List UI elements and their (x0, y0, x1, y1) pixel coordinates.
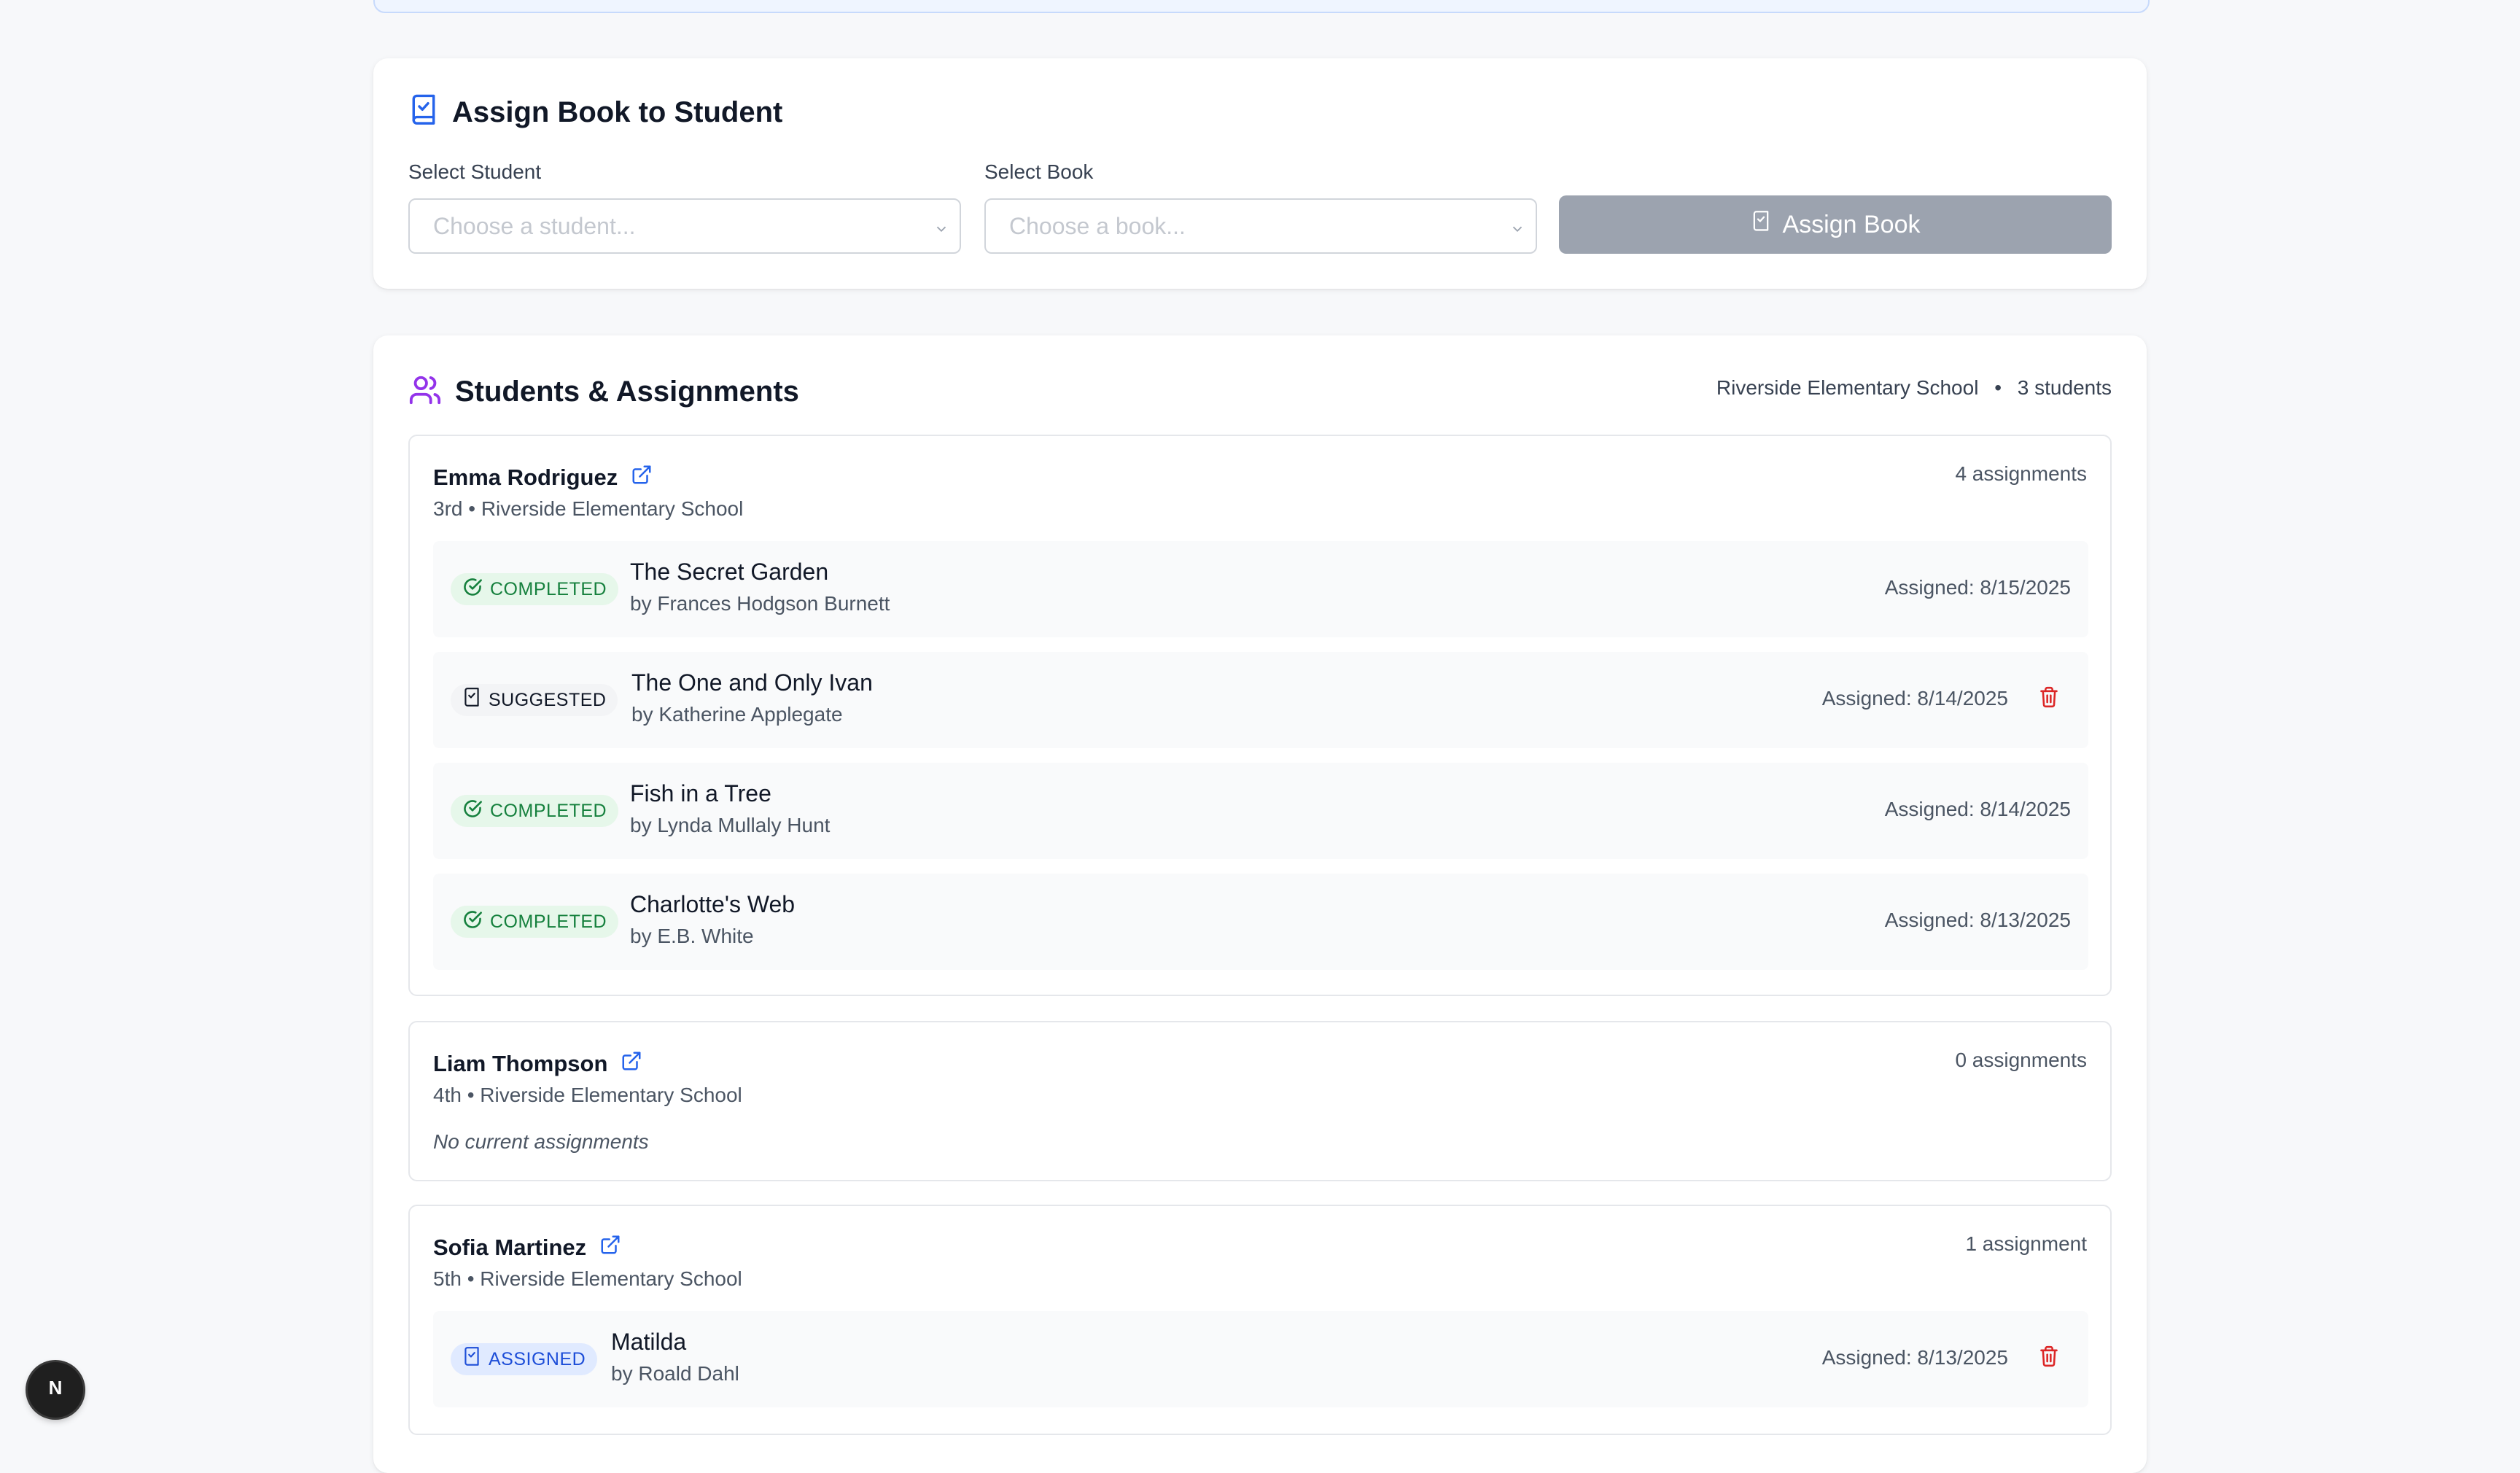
chevron-down-icon (1509, 217, 1525, 244)
student-name: Liam Thompson (433, 1050, 642, 1078)
assigned-date: Assigned: 8/15/2025 (1884, 576, 2071, 599)
book-title: Fish in a Tree (630, 780, 771, 807)
separator-dot: • (1994, 376, 2002, 399)
student-name-text: Sofia Martinez (433, 1235, 587, 1260)
check-circle-icon (462, 577, 483, 602)
students-header: Students & Assignments (408, 373, 799, 411)
assignment-count: 0 assignments (1955, 1049, 2087, 1071)
book-author: by Roald Dahl (611, 1362, 739, 1385)
chevron-down-icon (933, 217, 949, 244)
assignment-count: 4 assignments (1955, 462, 2087, 485)
assign-book-card: Assign Book to Student Select Student Ch… (373, 58, 2147, 289)
student-name-text: Emma Rodriguez (433, 465, 618, 490)
status-badge: COMPLETED (451, 573, 619, 605)
assigned-date: Assigned: 8/14/2025 (1821, 687, 2008, 710)
student-card: Sofia Martinez 5th • Riverside Elementar… (408, 1205, 2112, 1435)
student-meta: 4th • Riverside Elementary School (433, 1084, 742, 1106)
select-student-label: Select Student (408, 160, 542, 183)
external-link-icon[interactable] (631, 464, 653, 491)
assignment-row: ASSIGNED Matilda by Roald Dahl Assigned:… (433, 1311, 2088, 1407)
book-title: Matilda (611, 1329, 687, 1355)
school-summary: Riverside Elementary School • 3 students (1716, 376, 2112, 400)
book-author: by Lynda Mullaly Hunt (630, 814, 831, 836)
book-select[interactable]: Choose a book... (984, 198, 1537, 254)
students-title: Students & Assignments (455, 376, 799, 408)
nextjs-dev-indicator[interactable]: N (28, 1362, 83, 1418)
student-name: Emma Rodriguez (433, 464, 653, 491)
school-name: Riverside Elementary School (1716, 376, 1979, 399)
book-check-icon (408, 93, 439, 132)
delete-trash-icon[interactable] (2039, 1345, 2059, 1372)
assigned-date: Assigned: 8/13/2025 (1821, 1346, 2008, 1369)
book-check-icon (462, 1346, 481, 1373)
status-badge: COMPLETED (451, 795, 619, 827)
student-card: Emma Rodriguez 3rd • Riverside Elementar… (408, 435, 2112, 996)
student-meta: 5th • Riverside Elementary School (433, 1267, 742, 1290)
assignment-row: COMPLETED The Secret Garden by Frances H… (433, 541, 2088, 637)
info-banner (373, 0, 2150, 13)
student-meta: 3rd • Riverside Elementary School (433, 497, 744, 520)
nextjs-logo-icon: N (42, 1375, 69, 1405)
student-name: Sofia Martinez (433, 1234, 621, 1262)
book-title: The Secret Garden (630, 559, 829, 585)
book-select-placeholder: Choose a book... (1009, 212, 1186, 239)
status-badge-label: ASSIGNED (489, 1348, 586, 1369)
student-name-text: Liam Thompson (433, 1051, 608, 1076)
book-author: by Katherine Applegate (631, 703, 843, 726)
assignment-row: SUGGESTED The One and Only Ivan by Kathe… (433, 652, 2088, 748)
empty-assignments-text: No current assignments (433, 1130, 649, 1153)
users-icon (408, 373, 442, 411)
student-card: Liam Thompson 4th • Riverside Elementary… (408, 1021, 2112, 1181)
assign-book-button[interactable]: Assign Book (1559, 195, 2112, 254)
delete-trash-icon[interactable] (2039, 685, 2059, 712)
book-author: by Frances Hodgson Burnett (630, 592, 890, 615)
external-link-icon[interactable] (621, 1050, 642, 1078)
status-badge-label: COMPLETED (490, 911, 607, 932)
status-badge: SUGGESTED (451, 684, 618, 716)
book-check-icon (462, 687, 481, 714)
assign-book-header: Assign Book to Student (408, 93, 782, 132)
status-badge-label: SUGGESTED (489, 689, 607, 710)
assignment-row: COMPLETED Fish in a Tree by Lynda Mullal… (433, 763, 2088, 859)
assignment-row: COMPLETED Charlotte's Web by E.B. White … (433, 874, 2088, 970)
assignment-count: 1 assignment (1965, 1232, 2087, 1255)
status-badge: COMPLETED (451, 906, 619, 938)
assign-book-button-label: Assign Book (1782, 210, 1921, 238)
student-select-placeholder: Choose a student... (433, 212, 636, 239)
assigned-date: Assigned: 8/13/2025 (1884, 909, 2071, 931)
student-select[interactable]: Choose a student... (408, 198, 961, 254)
check-circle-icon (462, 798, 483, 824)
book-title: The One and Only Ivan (631, 669, 873, 696)
external-link-icon[interactable] (599, 1234, 621, 1262)
status-badge-label: COMPLETED (490, 800, 607, 821)
check-circle-icon (462, 909, 483, 935)
student-count: 3 students (2017, 376, 2112, 399)
status-badge: ASSIGNED (451, 1343, 598, 1375)
assign-book-title: Assign Book to Student (452, 96, 783, 128)
select-book-label: Select Book (984, 160, 1094, 183)
svg-text:N: N (49, 1377, 63, 1399)
students-card: Students & Assignments Riverside Element… (373, 335, 2147, 1473)
book-title: Charlotte's Web (630, 891, 796, 917)
status-badge-label: COMPLETED (490, 578, 607, 599)
book-author: by E.B. White (630, 925, 754, 947)
assigned-date: Assigned: 8/14/2025 (1884, 798, 2071, 820)
book-check-icon (1751, 210, 1771, 240)
